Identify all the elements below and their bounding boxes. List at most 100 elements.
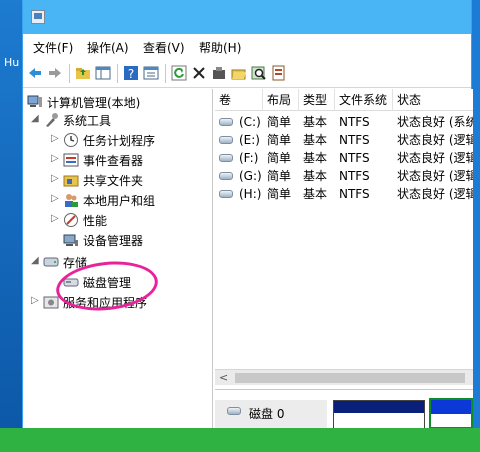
- up-folder-icon[interactable]: [75, 65, 91, 81]
- collapsed-arrow-icon[interactable]: ▷: [51, 133, 59, 144]
- expanded-arrow-icon[interactable]: ◢: [31, 113, 39, 124]
- cell-type: 基本: [303, 151, 328, 165]
- performance-icon: [64, 213, 78, 227]
- menu-help[interactable]: 帮助(H): [199, 39, 241, 56]
- tree-item-performance[interactable]: ▷ 性能: [51, 211, 207, 229]
- collapsed-arrow-icon[interactable]: ▷: [51, 213, 59, 224]
- tree-label: 系统工具: [63, 114, 112, 128]
- horizontal-scrollbar[interactable]: <: [215, 369, 473, 385]
- collapsed-arrow-icon[interactable]: ▷: [31, 295, 39, 306]
- table-row[interactable]: (E:) 简单 基本 NTFS 状态良好 (逻辑: [215, 131, 473, 149]
- cell-volume: (C:): [239, 115, 261, 129]
- open-icon[interactable]: [231, 65, 247, 81]
- computer-icon: [27, 95, 42, 107]
- clock-icon: [64, 133, 78, 147]
- column-header-filesystem[interactable]: 文件系统: [335, 89, 393, 111]
- cell-status: 状态良好 (逻辑: [397, 187, 473, 201]
- partition-block[interactable]: [333, 400, 425, 429]
- cell-status: 状态良好 (系统: [397, 115, 473, 129]
- toolbar-separator: [69, 64, 70, 83]
- tree-label: 性能: [83, 214, 108, 228]
- volume-list: 卷 布局 类型 文件系统 状态 (C:) 简单 基本 NTFS 状态良好 (系统…: [215, 89, 473, 429]
- drive-icon: [219, 136, 233, 144]
- tools-icon: [46, 113, 58, 127]
- cell-layout: 简单: [267, 187, 292, 201]
- cell-filesystem: NTFS: [339, 187, 370, 201]
- services-icon: [43, 296, 59, 309]
- drive-icon: [219, 154, 233, 162]
- cell-layout: 简单: [267, 169, 292, 183]
- desktop-icon-label: Hu: [4, 56, 20, 69]
- forward-icon[interactable]: [47, 65, 63, 81]
- column-header-volume[interactable]: 卷: [215, 89, 263, 111]
- expanded-arrow-icon[interactable]: ◢: [31, 255, 39, 266]
- device-manager-icon: [63, 234, 78, 246]
- storage-icon: [43, 257, 59, 267]
- delete-icon[interactable]: [191, 65, 207, 81]
- tree-root-computer-management[interactable]: 计算机管理(本地): [27, 93, 207, 111]
- search-icon[interactable]: [251, 65, 267, 81]
- cell-type: 基本: [303, 133, 328, 147]
- tree-label: 任务计划程序: [83, 134, 156, 148]
- column-header-status[interactable]: 状态: [393, 89, 473, 111]
- title-bar[interactable]: [23, 0, 471, 34]
- collapsed-arrow-icon[interactable]: ▷: [51, 153, 59, 164]
- help-icon[interactable]: ?: [123, 65, 139, 81]
- table-row[interactable]: (F:) 简单 基本 NTFS 状态良好 (逻辑: [215, 149, 473, 167]
- tree-item-local-users[interactable]: ▷ 本地用户和组: [51, 191, 207, 209]
- list-header: 卷 布局 类型 文件系统 状态: [215, 89, 473, 111]
- cell-type: 基本: [303, 169, 328, 183]
- cell-filesystem: NTFS: [339, 151, 370, 165]
- drive-icon: [219, 172, 233, 180]
- navigation-tree: 计算机管理(本地) ◢ 系统工具 ▷ 任务计划程序 ▷ 事件查看器 ▷ 共享文件…: [23, 89, 213, 428]
- disk-0-label[interactable]: 磁盘 0: [215, 400, 327, 429]
- collapsed-arrow-icon[interactable]: ▷: [51, 173, 59, 184]
- tree-item-task-scheduler[interactable]: ▷ 任务计划程序: [51, 131, 207, 149]
- tree-item-system-tools[interactable]: ◢ 系统工具: [31, 111, 207, 129]
- collapsed-arrow-icon[interactable]: ▷: [51, 193, 59, 204]
- tree-label: 共享文件夹: [83, 174, 144, 188]
- cell-layout: 简单: [267, 115, 292, 129]
- back-icon[interactable]: [27, 65, 43, 81]
- refresh-icon[interactable]: [171, 65, 187, 81]
- table-row[interactable]: (H:) 简单 基本 NTFS 状态良好 (逻辑: [215, 185, 473, 203]
- drive-icon: [219, 190, 233, 198]
- disk-graphical-view: 磁盘 0: [215, 389, 473, 429]
- partition-block-selected[interactable]: [429, 398, 473, 429]
- cell-status: 状态良好 (逻辑: [397, 151, 473, 165]
- desktop-left-edge: Hu: [0, 0, 22, 452]
- column-header-type[interactable]: 类型: [299, 89, 335, 111]
- cell-status: 状态良好 (逻辑: [397, 169, 473, 183]
- disk-icon: [227, 407, 241, 415]
- settings-icon[interactable]: [211, 65, 227, 81]
- shared-folder-icon: [63, 175, 79, 187]
- drive-icon: [219, 118, 233, 126]
- scroll-left-icon[interactable]: <: [219, 371, 228, 384]
- column-header-layout[interactable]: 布局: [263, 89, 299, 111]
- menu-view[interactable]: 查看(V): [143, 39, 185, 56]
- cell-layout: 简单: [267, 151, 292, 165]
- table-row[interactable]: (G:) 简单 基本 NTFS 状态良好 (逻辑: [215, 167, 473, 185]
- cell-volume: (G:): [239, 169, 262, 183]
- tree-item-event-viewer[interactable]: ▷ 事件查看器: [51, 151, 207, 169]
- table-row[interactable]: (C:) 简单 基本 NTFS 状态良好 (系统: [215, 113, 473, 131]
- cell-layout: 简单: [267, 133, 292, 147]
- cell-volume: (E:): [239, 133, 260, 147]
- menu-file[interactable]: 文件(F): [33, 39, 73, 56]
- tree-label: 事件查看器: [83, 154, 144, 168]
- scrollbar-thumb[interactable]: [235, 373, 465, 383]
- tree-item-shared-folders[interactable]: ▷ 共享文件夹: [51, 171, 207, 189]
- menu-action[interactable]: 操作(A): [87, 39, 129, 56]
- properties-icon[interactable]: [143, 65, 159, 81]
- export-icon[interactable]: [271, 65, 287, 81]
- show-tree-icon[interactable]: [95, 65, 111, 81]
- users-icon: [65, 194, 78, 207]
- event-viewer-icon: [63, 153, 79, 167]
- computer-management-window: 文件(F) 操作(A) 查看(V) 帮助(H) ? 计算机管理(本地) ◢ 系统…: [22, 0, 473, 429]
- tree-item-device-manager[interactable]: 设备管理器: [63, 231, 207, 249]
- disk-label-text: 磁盘 0: [249, 407, 285, 421]
- menu-bar: 文件(F) 操作(A) 查看(V) 帮助(H): [23, 34, 471, 60]
- toolbar: ?: [23, 60, 471, 88]
- tree-label: 设备管理器: [83, 234, 144, 248]
- cell-filesystem: NTFS: [339, 133, 370, 147]
